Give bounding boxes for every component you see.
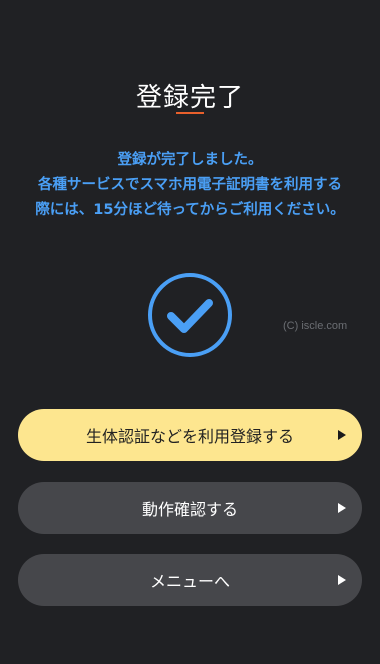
completion-message: 登録が完了しました。 各種サービスでスマホ用電子証明書を利用する 際には、15分…: [8, 148, 372, 223]
verify-operation-label: 動作確認する: [141, 500, 238, 519]
register-biometric-label: 生体認証などを利用登録する: [85, 427, 294, 446]
menu-label: メニューへ: [149, 572, 230, 591]
play-arrow-icon: [338, 575, 346, 585]
check-circle-icon: [148, 273, 232, 357]
title-underline: [176, 112, 204, 114]
play-arrow-icon: [338, 503, 346, 513]
completion-message-line: 際には、15分ほど待ってからご利用ください。: [35, 202, 345, 218]
play-arrow-icon: [338, 430, 346, 440]
registration-complete-screen: 登録完了 登録が完了しました。 各種サービスでスマホ用電子証明書を利用する 際に…: [0, 0, 380, 664]
completion-message-line: 登録が完了しました。: [117, 152, 263, 168]
copyright-watermark: (C) iscle.com: [283, 320, 348, 332]
completion-message-line: 各種サービスでスマホ用電子証明書を利用する: [37, 177, 343, 193]
page-title: 登録完了: [135, 83, 244, 114]
menu-button[interactable]: メニューへ: [18, 554, 362, 606]
register-biometric-button[interactable]: 生体認証などを利用登録する: [18, 409, 362, 461]
verify-operation-button[interactable]: 動作確認する: [18, 482, 362, 534]
